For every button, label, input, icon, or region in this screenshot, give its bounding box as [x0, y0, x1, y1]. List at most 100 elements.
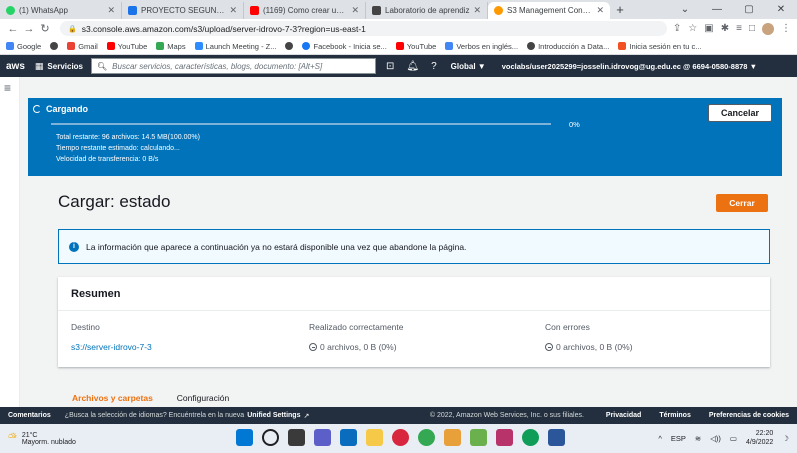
tab-files-folders[interactable]: Archivos y carpetas	[72, 393, 153, 403]
app-icon[interactable]	[548, 429, 565, 446]
privacy-link[interactable]: Privacidad	[606, 412, 641, 419]
browser-tab-strip: (1) WhatsApp ✕ PROYECTO SEGUNDO PA ✕ (11…	[0, 0, 797, 19]
sidepanel-icon[interactable]: □	[749, 23, 755, 34]
errors-value: 0 archivos, 0 B (0%)	[556, 342, 633, 352]
tab-label: PROYECTO SEGUNDO PA	[141, 6, 227, 15]
summary-heading: Resumen	[58, 277, 770, 311]
bookmarks-bar: Google Gmail YouTube Maps Launch Meeting…	[0, 38, 797, 55]
browser-tab-laboratorio[interactable]: Laboratorio de aprendiz ✕	[366, 2, 488, 19]
browser-tab-s3-console[interactable]: S3 Management Console ✕	[488, 2, 610, 19]
tab-configuration[interactable]: Configuración	[177, 393, 229, 403]
info-text: La información que aparece a continuació…	[86, 241, 467, 252]
upload-progress-banner: Cargando 0% Total restante: 96 archivos:…	[28, 98, 782, 176]
forward-icon[interactable]: →	[22, 23, 36, 35]
teams-chat-icon[interactable]	[314, 429, 331, 446]
aws-logo[interactable]: aws	[6, 61, 25, 72]
star-icon[interactable]: ☆	[688, 23, 697, 34]
chevron-up-icon[interactable]: ^	[658, 434, 662, 443]
browser-tab-proyecto[interactable]: PROYECTO SEGUNDO PA ✕	[122, 2, 244, 19]
opera-icon[interactable]	[392, 429, 409, 446]
lock-icon[interactable]: 🔒	[68, 25, 77, 33]
cookie-preferences-link[interactable]: Preferencias de cookies	[709, 412, 789, 419]
unified-settings-link[interactable]: Unified Settings	[247, 412, 300, 419]
volume-icon[interactable]: ◁))	[710, 434, 721, 443]
bookmark-youtube-2[interactable]: YouTube	[395, 42, 436, 51]
bell-icon[interactable]: 🔔︎	[406, 61, 419, 72]
account-menu[interactable]: voclabs/user2025299=josselin.idrovog@ug.…	[502, 62, 757, 71]
maximize-icon[interactable]: ▢	[733, 0, 765, 19]
extension-icon[interactable]: ▣	[704, 23, 713, 34]
battery-icon[interactable]: ▭	[730, 434, 737, 443]
services-button[interactable]: ▦ Servicios	[35, 61, 83, 72]
close-icon[interactable]: ✕	[596, 5, 604, 16]
language-indicator[interactable]: ESP	[671, 434, 686, 443]
aws-footer: Comentarios ¿Busca la selección de idiom…	[0, 407, 797, 424]
close-icon[interactable]: ✕	[473, 5, 481, 16]
file-explorer-icon[interactable]	[366, 429, 383, 446]
aws-header-icons: ⊡ 🔔︎ ?	[386, 61, 437, 72]
back-icon[interactable]: ←	[6, 23, 20, 35]
help-icon[interactable]: ?	[431, 61, 437, 72]
destination-value-row: s3://server-idrovo-7-3	[71, 342, 152, 352]
share-icon[interactable]: ⇪	[673, 23, 681, 34]
bookmark-youtube[interactable]: YouTube	[106, 42, 147, 51]
notification-icon[interactable]: ☽	[782, 434, 789, 443]
profile-avatar[interactable]	[762, 22, 774, 35]
search-icon: 🔍︎	[97, 61, 108, 71]
reading-list-icon[interactable]: ≡	[736, 23, 742, 34]
hamburger-icon[interactable]: ≡	[4, 81, 11, 95]
wifi-icon[interactable]: ≋	[695, 434, 701, 443]
page-title: Cargar: estado	[58, 192, 171, 211]
weather-condition: Mayorm. nublado	[21, 438, 76, 446]
github-icon	[527, 42, 536, 50]
chrome-icon[interactable]	[418, 429, 435, 446]
new-tab-button[interactable]: +	[610, 2, 630, 19]
weather-widget[interactable]: ⛅︎ 21°C Mayorm. nublado	[8, 432, 208, 446]
task-view-icon[interactable]	[288, 429, 305, 446]
terms-link[interactable]: Términos	[659, 412, 691, 419]
aws-icon	[494, 6, 503, 15]
aws-search-input[interactable]: 🔍︎ Buscar servicios, características, bl…	[91, 58, 376, 74]
docs-icon	[128, 6, 137, 15]
tab-search-icon[interactable]: ⌄	[669, 0, 701, 19]
close-button[interactable]: Cerrar	[716, 194, 768, 212]
reload-icon[interactable]: ↻	[38, 22, 52, 35]
bookmark-microsoft[interactable]: Inicia sesión en tu c...	[618, 42, 701, 51]
app-icon[interactable]	[496, 429, 513, 446]
aws-header: aws ▦ Servicios 🔍︎ Buscar servicios, car…	[0, 55, 797, 77]
search-placeholder: Buscar servicios, características, blogs…	[112, 61, 323, 71]
bookmark-github-2[interactable]	[285, 42, 294, 50]
destination-link[interactable]: s3://server-idrovo-7-3	[71, 342, 152, 352]
bookmark-gmail[interactable]: Gmail	[67, 42, 98, 51]
feedback-link[interactable]: Comentarios	[8, 412, 51, 419]
progress-percent: 0%	[569, 120, 580, 129]
windows-start-icon[interactable]	[236, 429, 253, 446]
bookmark-data[interactable]: Introducción a Data...	[527, 42, 609, 51]
bookmark-zoom[interactable]: Launch Meeting - Z...	[194, 42, 276, 51]
close-window-icon[interactable]: ✕	[765, 0, 797, 19]
bookmark-verbos[interactable]: Verbos en inglés...	[445, 42, 518, 51]
browser-tab-whatsapp[interactable]: (1) WhatsApp ✕	[0, 2, 122, 19]
browser-tab-youtube[interactable]: (1169) Como crear un ser ✕	[244, 2, 366, 19]
store-icon[interactable]	[340, 429, 357, 446]
url-bar[interactable]: 🔒 s3.console.aws.amazon.com/s3/upload/se…	[60, 21, 667, 36]
close-icon[interactable]: ✕	[107, 5, 115, 16]
close-icon[interactable]: ✕	[229, 5, 237, 16]
puzzle-icon[interactable]: ✱	[721, 23, 729, 34]
close-icon[interactable]: ✕	[351, 5, 359, 16]
bookmark-maps[interactable]: Maps	[156, 42, 186, 51]
bookmark-github[interactable]	[50, 42, 59, 50]
paint-icon[interactable]	[444, 429, 461, 446]
clock[interactable]: 22:20 4/9/2022	[746, 429, 773, 447]
bookmark-google[interactable]: Google	[6, 42, 41, 51]
partly-cloudy-icon: ⛅︎	[8, 432, 17, 444]
search-icon[interactable]	[262, 429, 279, 446]
cancel-button[interactable]: Cancelar	[708, 104, 772, 122]
cloudshell-icon[interactable]: ⊡	[386, 61, 394, 72]
app-icon[interactable]	[470, 429, 487, 446]
edge-icon[interactable]	[522, 429, 539, 446]
region-selector[interactable]: Global ▼	[451, 62, 486, 71]
bookmark-facebook[interactable]: Facebook - Inicia se...	[302, 42, 387, 51]
minimize-icon[interactable]: —	[701, 0, 733, 19]
menu-icon[interactable]: ⋮	[781, 23, 791, 34]
